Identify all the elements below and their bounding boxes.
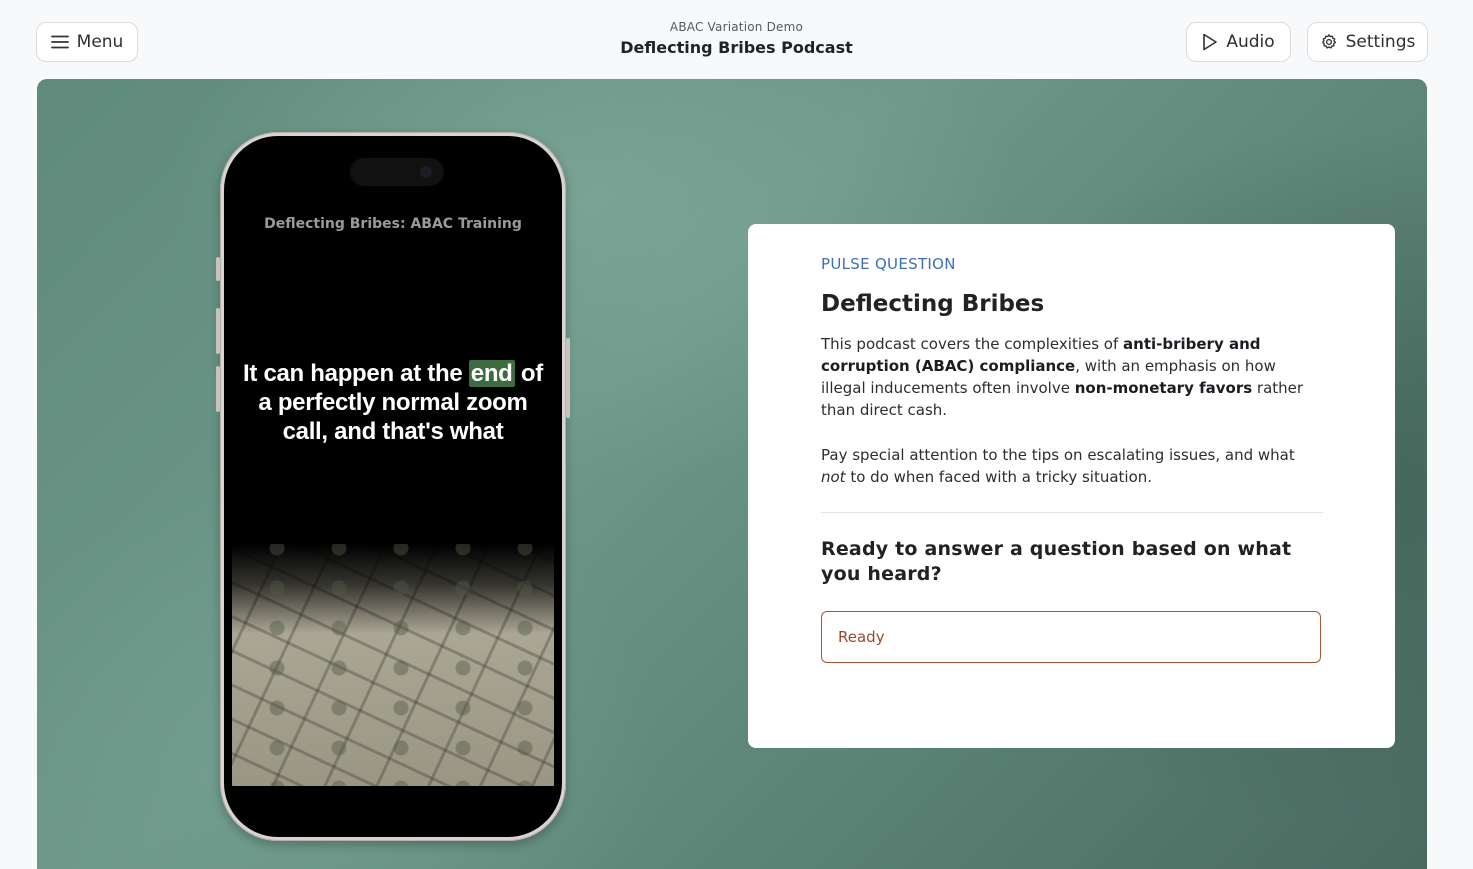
video-title: Deflecting Bribes: ABAC Training (264, 216, 522, 232)
question-prompt: Ready to answer a question based on what… (821, 538, 1292, 585)
gear-icon (1320, 33, 1338, 51)
phone-power-button (566, 338, 570, 418)
audio-button[interactable]: Audio (1186, 22, 1291, 62)
dynamic-island (350, 158, 444, 186)
divider (821, 512, 1323, 513)
video-caption: It can happen at the end of a perfectly … (242, 359, 544, 446)
pulse-question-card: PULSE QUESTION Deflecting Bribes This po… (748, 224, 1395, 748)
play-icon (1202, 33, 1218, 51)
video-player[interactable]: Deflecting Bribes: ABAC Training It can … (232, 144, 554, 829)
content-stage: Deflecting Bribes: ABAC Training It can … (37, 79, 1427, 869)
instructions-text: to do when faced with a tricky situation… (845, 468, 1153, 486)
money-texture (232, 544, 554, 786)
description-text: This podcast covers the complexities of (821, 335, 1124, 353)
phone-bezel: Deflecting Bribes: ABAC Training It can … (224, 136, 562, 837)
phone-mockup: Deflecting Bribes: ABAC Training It can … (216, 132, 570, 841)
card-title: Deflecting Bribes (821, 291, 1045, 317)
audio-label: Audio (1226, 32, 1275, 52)
top-bar: Menu ABAC Variation Demo Deflecting Brib… (0, 0, 1473, 78)
card-eyebrow: PULSE QUESTION (821, 255, 956, 273)
phone-side-button (216, 366, 220, 412)
instructions-italic: not (821, 468, 846, 486)
card-description: This podcast covers the complexities of … (821, 333, 1323, 421)
money-background-image (232, 544, 554, 786)
card-instructions: Pay special attention to the tips on esc… (821, 444, 1323, 488)
phone-side-button (216, 308, 220, 354)
caption-text: It can happen at the (243, 360, 469, 387)
instructions-text: Pay special attention to the tips on esc… (821, 446, 1295, 464)
description-bold: non-monetary favors (1074, 379, 1253, 397)
ready-label: Ready (838, 628, 885, 646)
settings-button[interactable]: Settings (1307, 22, 1428, 62)
caption-highlight-word: end (468, 360, 515, 387)
phone-side-button (216, 257, 220, 281)
ready-button[interactable]: Ready (821, 611, 1321, 663)
settings-label: Settings (1345, 32, 1416, 52)
